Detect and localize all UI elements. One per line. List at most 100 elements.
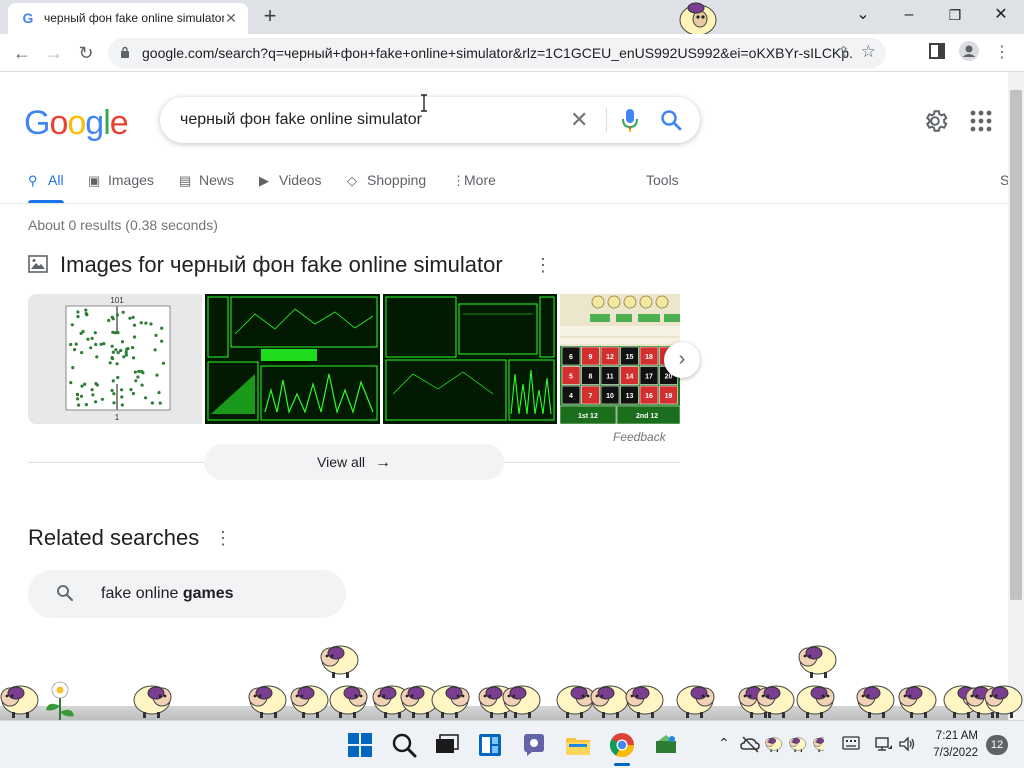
file-explorer-icon[interactable] xyxy=(564,731,592,759)
settings-gear-icon[interactable] xyxy=(922,108,948,134)
taskbar-clock[interactable]: 7:21 AM 7/3/2022 xyxy=(922,728,978,762)
bookmark-star-icon[interactable]: ☆ xyxy=(861,42,876,62)
taskbar-search-icon[interactable] xyxy=(390,731,418,759)
google-logo[interactable]: Google xyxy=(24,104,129,143)
tab-title: черный фон fake online simulator - Googl… xyxy=(44,11,224,25)
roulette-number: 17 xyxy=(645,374,653,381)
image-icon: ▣ xyxy=(88,173,101,188)
roulette-bet-label: 2nd 12 xyxy=(636,413,658,420)
url-text[interactable]: google.com/search?q=черный+фон+fake+onli… xyxy=(142,45,852,61)
search-input[interactable]: черный фон fake online simulator xyxy=(180,111,422,129)
tools-button[interactable]: Tools xyxy=(646,172,679,188)
clock-date: 7/3/2022 xyxy=(933,747,978,759)
view-all-button[interactable]: View all → xyxy=(204,444,504,480)
feedback-link[interactable]: Feedback xyxy=(613,430,666,444)
images-more-options-icon[interactable]: ⋮ xyxy=(534,255,552,275)
sheep-app-icon[interactable] xyxy=(652,731,680,759)
particle-dot xyxy=(110,388,114,393)
chrome-menu-icon[interactable]: ⋮ xyxy=(988,39,1016,67)
clear-search-icon[interactable]: ✕ xyxy=(570,107,588,133)
chrome-icon[interactable] xyxy=(608,731,636,759)
particle-dot xyxy=(121,310,125,314)
new-tab-button[interactable]: + xyxy=(258,5,282,29)
tray-sheep-icons[interactable] xyxy=(764,733,824,755)
particle-dot xyxy=(149,322,153,326)
carousel-next-button[interactable]: › xyxy=(664,342,700,378)
browser-toolbar: ← → ↻ google.com/search?q=черный+фон+fak… xyxy=(0,34,1024,72)
lock-icon xyxy=(121,46,129,58)
dots-simulation-image: 101 1 xyxy=(65,296,171,422)
roulette-table-image: 691215182158111417204710131619 1st 12 2n… xyxy=(560,294,680,424)
close-window-button[interactable]: ✕ xyxy=(978,0,1024,32)
reload-button[interactable]: ↻ xyxy=(72,39,100,67)
sheep-icon xyxy=(679,2,717,36)
related-search-chip[interactable]: fake online games xyxy=(28,570,346,618)
tab-news[interactable]: ▤ News xyxy=(179,172,234,189)
teams-chat-icon[interactable] xyxy=(520,731,548,759)
results-stats: About 0 results (0.38 seconds) xyxy=(28,217,218,233)
back-button[interactable]: ← xyxy=(8,39,36,67)
image-thumbnail[interactable]: 101 1 xyxy=(28,294,202,424)
task-view-icon[interactable] xyxy=(432,731,460,759)
windows-taskbar: ⌃ 7:21 AM 7/3/2022 12 xyxy=(0,720,1024,768)
search-nav-tabs: ⚲ All ▣ Images ▤ News ▶ Videos ◇ Shopping ⋮Mo… xyxy=(0,160,1008,204)
volume-icon[interactable] xyxy=(898,735,916,753)
particle-dot xyxy=(111,379,115,383)
particle-dot xyxy=(134,379,138,383)
related-more-options-icon[interactable]: ⋮ xyxy=(214,528,232,549)
tab-all[interactable]: ⚲ All xyxy=(28,172,64,189)
image-thumbnail[interactable] xyxy=(205,294,380,424)
sheep-overlay xyxy=(0,645,1023,720)
onedrive-offline-icon[interactable] xyxy=(740,735,760,753)
tab-images[interactable]: ▣ Images xyxy=(88,172,154,189)
restore-button[interactable]: ❐ xyxy=(932,0,978,32)
browser-tab[interactable]: G черный фон fake online simulator - Goo… xyxy=(8,3,248,34)
roulette-number: 5 xyxy=(569,374,573,381)
minimize-button[interactable]: – xyxy=(886,0,932,32)
tab-more[interactable]: ⋮More xyxy=(452,172,496,189)
image-thumbnail[interactable]: 691215182158111417204710131619 1st 12 2n… xyxy=(560,294,680,424)
forward-button[interactable]: → xyxy=(40,39,68,67)
tab-search-icon[interactable]: ⌄ xyxy=(840,0,886,32)
particle-dot xyxy=(70,323,74,327)
windows-start-icon[interactable] xyxy=(346,731,374,759)
keyboard-icon[interactable] xyxy=(842,736,860,750)
widgets-icon[interactable] xyxy=(476,731,504,759)
search-icon: ⚲ xyxy=(28,173,38,188)
roulette-number: 13 xyxy=(626,393,634,400)
tab-shopping[interactable]: ◇ Shopping xyxy=(347,172,426,189)
tab-close-icon[interactable]: ✕ xyxy=(222,9,240,27)
google-favicon-icon: G xyxy=(22,10,34,26)
google-apps-icon[interactable] xyxy=(970,110,992,132)
particle-dot xyxy=(154,333,158,337)
show-hidden-icons-chevron-icon[interactable]: ⌃ xyxy=(718,735,730,752)
particle-dot xyxy=(136,375,140,379)
search-box[interactable]: черный фон fake online simulator ✕ xyxy=(160,97,700,143)
roulette-number: 12 xyxy=(606,354,614,361)
video-icon: ▶ xyxy=(259,173,269,188)
sheep-icon xyxy=(856,685,895,718)
particle-dot xyxy=(94,342,98,347)
profile-avatar-icon[interactable] xyxy=(958,40,980,62)
scrollbar-thumb[interactable] xyxy=(1010,90,1022,600)
tab-videos[interactable]: ▶ Videos xyxy=(259,172,322,189)
particle-dot xyxy=(157,391,161,395)
notification-badge[interactable]: 12 xyxy=(986,735,1008,755)
roulette-number: 14 xyxy=(626,374,634,381)
search-icon[interactable] xyxy=(660,109,682,131)
network-icon[interactable] xyxy=(874,735,892,753)
particle-dot xyxy=(132,335,137,339)
particle-dot xyxy=(80,384,84,388)
related-prefix: fake online xyxy=(101,585,183,602)
address-bar[interactable]: google.com/search?q=черный+фон+fake+onli… xyxy=(108,38,886,68)
microphone-icon[interactable] xyxy=(620,109,640,133)
image-thumbnail[interactable] xyxy=(383,294,557,424)
share-icon[interactable]: ⇪ xyxy=(837,43,850,61)
particle-dot xyxy=(69,342,73,347)
particle-dot xyxy=(90,336,94,340)
sheep-icon xyxy=(813,737,824,753)
side-panel-icon[interactable] xyxy=(929,43,945,59)
roulette-number: 8 xyxy=(589,374,593,381)
related-searches-title: Related searches xyxy=(28,525,200,550)
thumb-label-bottom: 1 xyxy=(115,413,120,422)
